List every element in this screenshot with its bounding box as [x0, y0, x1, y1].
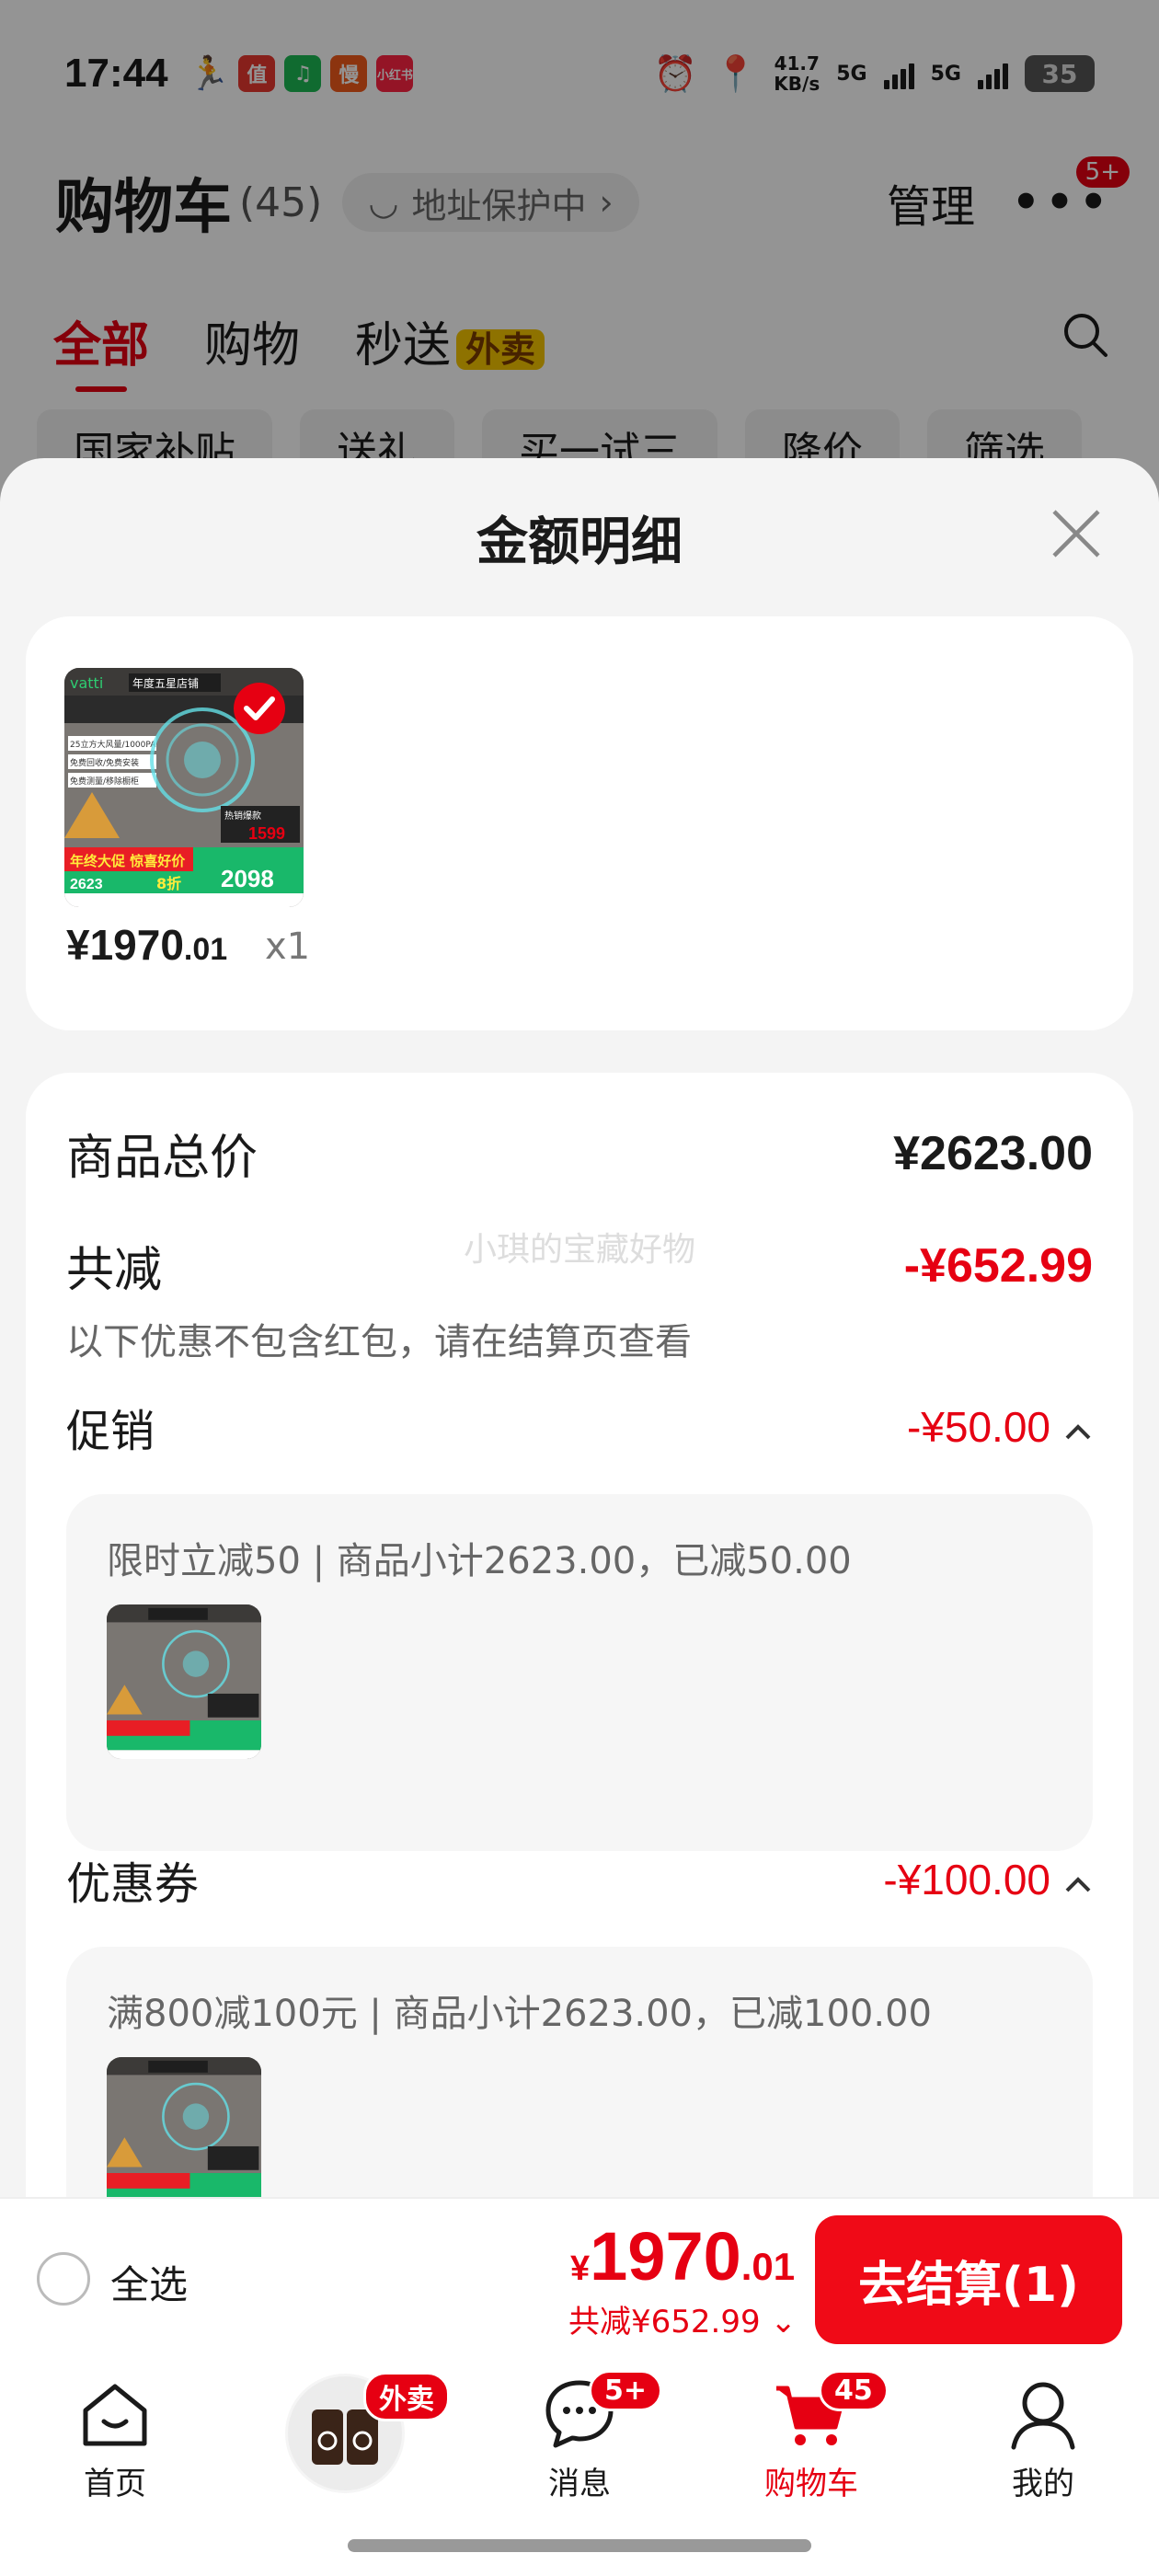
checkmark-icon [234, 683, 285, 734]
home-indicator[interactable] [348, 2539, 811, 2552]
waimai-badge: 外卖 [363, 2372, 450, 2421]
svg-text:年度五星店铺: 年度五星店铺 [132, 676, 199, 690]
item-price: ¥1970.01 [66, 921, 228, 969]
total-reduction-row: 共减 -¥652.99 [66, 1231, 1093, 1300]
chevron-up-icon[interactable] [1063, 1855, 1093, 1904]
select-all-checkbox[interactable] [37, 2252, 90, 2306]
user-icon [1011, 2382, 1075, 2450]
checkout-button[interactable]: 去结算(1) [815, 2215, 1122, 2344]
reduction-value: -¥652.99 [903, 1238, 1093, 1293]
total-price-label: 商品总价 [66, 1131, 258, 1186]
coupon-detail-text: 满800减100元 | 商品小计2623.00，已减100.00 [107, 1993, 932, 2035]
svg-text:免费回收/免费安装: 免费回收/免费安装 [70, 757, 139, 768]
svg-text:8折: 8折 [156, 875, 181, 892]
close-icon[interactable] [1049, 506, 1104, 561]
nav-me-label: 我的 [1012, 2466, 1074, 2502]
select-all-label[interactable]: 全选 [110, 2254, 188, 2310]
coupon-product-thumbnail [107, 2057, 261, 2197]
promo-detail-box: 限时立减50 | 商品小计2623.00，已减50.00 [66, 1494, 1093, 1851]
svg-text:免费测量/移除橱柜: 免费测量/移除橱柜 [70, 776, 139, 787]
reduction-note: 以下优惠不包含红包，请在结算页查看 [66, 1321, 692, 1363]
coupon-detail-box: 满800减100元 | 商品小计2623.00，已减100.00 [66, 1947, 1093, 2197]
nav-cart-label: 购物车 [764, 2466, 858, 2502]
nav-me[interactable]: 我的 [960, 2375, 1126, 2503]
total-reduction-toggle[interactable]: 共减¥652.99 ⌄ [568, 2296, 797, 2341]
svg-text:1599: 1599 [248, 824, 285, 843]
product-thumbnail[interactable]: vatti 年度五星店铺 25立方大风量/1000PA 免费回收/免费安装 免费… [64, 668, 304, 907]
nav-home[interactable]: 首页 [32, 2375, 198, 2503]
price-breakdown-card: 商品总价 ¥2623.00 小琪的宝藏好物 共减 -¥652.99 以下优惠不包… [26, 1073, 1133, 2197]
total-amount: ¥1970.01 [570, 2218, 796, 2294]
promo-value: -¥50.00 [906, 1403, 1050, 1451]
coupon-row[interactable]: 优惠券 -¥100.00 [66, 1847, 1093, 1912]
svg-text:2623: 2623 [70, 877, 103, 892]
svg-text:vatti: vatti [70, 674, 103, 692]
svg-text:2098: 2098 [221, 865, 274, 892]
amount-detail-sheet: 金额明细 vatti 年度五星店铺 25立方大风量/1000PA 免费回收/免费… [0, 458, 1159, 2197]
coupon-label: 优惠券 [66, 1858, 200, 1910]
reduction-label: 共减 [66, 1243, 163, 1298]
svg-text:25立方大风量/1000PA: 25立方大风量/1000PA [70, 739, 156, 750]
nav-home-label: 首页 [84, 2466, 146, 2502]
selected-items-card: vatti 年度五星店铺 25立方大风量/1000PA 免费回收/免费安装 免费… [26, 616, 1133, 1030]
chevron-down-icon: ⌄ [770, 2304, 797, 2340]
total-price-value: ¥2623.00 [893, 1126, 1093, 1180]
home-icon [83, 2384, 147, 2446]
promo-detail-text: 限时立减50 | 商品小计2623.00，已减50.00 [107, 1540, 852, 1582]
promo-label: 促销 [66, 1406, 155, 1457]
chevron-up-icon[interactable] [1063, 1402, 1093, 1452]
checkout-bar: 全选 ¥1970.01 共减¥652.99 ⌄ 去结算(1) [0, 2197, 1159, 2353]
svg-text:年终大促 惊喜好价: 年终大促 惊喜好价 [70, 853, 186, 869]
cart-badge: 45 [819, 2370, 889, 2411]
item-quantity: x1 [265, 926, 311, 968]
svg-text:热销爆款: 热销爆款 [224, 810, 261, 822]
promo-product-thumbnail [107, 1604, 261, 1759]
promo-row[interactable]: 促销 -¥50.00 [66, 1395, 1093, 1459]
coupon-value: -¥100.00 [883, 1856, 1050, 1903]
nav-messages-label: 消息 [548, 2466, 611, 2502]
total-price-row: 商品总价 ¥2623.00 [66, 1119, 1093, 1188]
messages-badge: 5+ [589, 2370, 663, 2411]
sheet-title: 金额明细 [476, 512, 683, 572]
